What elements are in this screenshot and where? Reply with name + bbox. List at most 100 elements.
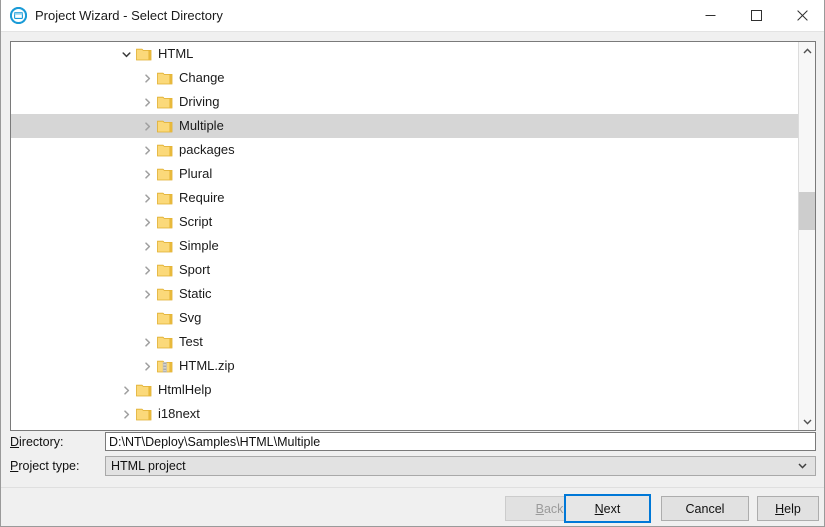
tree-vertical-scrollbar[interactable] [798, 42, 815, 430]
folder-icon [157, 143, 173, 157]
help-button-mnemonic: H [775, 501, 785, 516]
chevron-right-icon[interactable] [139, 214, 155, 230]
tree-row[interactable]: Script [11, 210, 798, 234]
folder-icon [157, 311, 173, 325]
project-type-label: Project type: [10, 459, 79, 473]
chevron-right-icon[interactable] [139, 238, 155, 254]
tree-row[interactable]: HTML.zip [11, 354, 798, 378]
directory-tree[interactable]: HTML Change Driving Multiple packages Plural R… [11, 42, 798, 430]
folder-icon [157, 239, 173, 253]
next-button-mnemonic: N [594, 501, 604, 516]
folder-icon [136, 407, 152, 421]
tree-row[interactable]: HtmlHelp [11, 378, 798, 402]
chevron-right-icon[interactable] [139, 334, 155, 350]
chevron-right-icon[interactable] [139, 190, 155, 206]
folder-icon [157, 263, 173, 277]
tree-row[interactable]: packages [11, 138, 798, 162]
tree-row[interactable]: Simple [11, 234, 798, 258]
folder-icon [157, 167, 173, 181]
scroll-down-button[interactable] [799, 413, 815, 430]
tree-row-label: Script [179, 214, 213, 229]
project-wizard-dialog: Project Wizard - Select Directory HTML Ch… [0, 0, 825, 527]
next-button[interactable]: Next [564, 494, 651, 523]
tree-row[interactable]: i18next [11, 402, 798, 426]
tree-row[interactable]: Svg [11, 306, 798, 330]
directory-label-mnemonic: D [10, 435, 20, 449]
chevron-down-icon [802, 419, 812, 425]
chevron-down-icon[interactable] [118, 46, 134, 62]
chevron-down-icon [794, 457, 811, 475]
project-type-select[interactable]: HTML project [105, 456, 816, 476]
chevron-up-icon [802, 47, 812, 53]
project-type-label-rest: roject type: [18, 459, 80, 473]
folder-icon [157, 71, 173, 85]
folder-icon [157, 215, 173, 229]
minimize-button[interactable] [687, 0, 733, 31]
chevron-right-icon[interactable] [139, 166, 155, 182]
zip-folder-icon [157, 359, 173, 373]
cancel-button-label: Cancel [685, 501, 725, 516]
maximize-button[interactable] [733, 0, 779, 31]
app-circle-icon [9, 6, 28, 25]
tree-row[interactable]: Driving [11, 90, 798, 114]
window-title: Project Wizard - Select Directory [35, 8, 223, 23]
scroll-up-button[interactable] [799, 42, 815, 59]
tree-row-label: HtmlHelp [158, 382, 212, 397]
back-button-label: ack [543, 501, 564, 516]
directory-label: Directory: [10, 435, 63, 449]
minimize-icon [705, 15, 715, 16]
help-button[interactable]: Help [757, 496, 819, 521]
chevron-right-icon[interactable] [139, 70, 155, 86]
tree-row-label: Simple [179, 238, 219, 253]
close-button[interactable] [779, 0, 824, 31]
tree-row-label: Multiple [179, 118, 224, 133]
tree-row-label: Static [179, 286, 212, 301]
folder-icon [157, 119, 173, 133]
folder-icon [157, 95, 173, 109]
tree-row-label: Svg [179, 310, 202, 325]
dialog-button-bar: Back Next Cancel Help [1, 487, 824, 526]
tree-row[interactable]: Multiple [11, 114, 798, 138]
tree-row-label: Require [179, 190, 225, 205]
directory-input[interactable] [105, 432, 816, 451]
chevron-right-icon[interactable] [139, 358, 155, 374]
tree-row-label: Sport [179, 262, 211, 277]
tree-row[interactable]: Require [11, 186, 798, 210]
tree-row-label: i18next [158, 406, 200, 421]
tree-row-label: Driving [179, 94, 220, 109]
directory-label-rest: irectory: [19, 435, 64, 449]
maximize-icon [750, 10, 762, 21]
back-button-mnemonic: B [535, 501, 544, 516]
tree-row[interactable]: HTML [11, 42, 798, 66]
tree-row-label: packages [179, 142, 235, 157]
folder-icon [157, 191, 173, 205]
chevron-right-icon[interactable] [139, 118, 155, 134]
tree-row-label: HTML.zip [179, 358, 235, 373]
chevron-right-icon[interactable] [118, 406, 134, 422]
tree-row[interactable]: Change [11, 66, 798, 90]
folder-icon [157, 335, 173, 349]
folder-icon [136, 47, 152, 61]
chevron-right-icon[interactable] [118, 382, 134, 398]
chevron-right-icon[interactable] [139, 262, 155, 278]
tree-row[interactable]: Static [11, 282, 798, 306]
chevron-right-icon[interactable] [139, 286, 155, 302]
cancel-button[interactable]: Cancel [661, 496, 749, 521]
chevron-right-icon[interactable] [139, 142, 155, 158]
close-icon [796, 10, 808, 21]
clipped-bottom-row [1, 522, 824, 526]
tree-row[interactable]: Sport [11, 258, 798, 282]
tree-row-label: Test [179, 334, 203, 349]
title-bar: Project Wizard - Select Directory [1, 0, 824, 32]
tree-row[interactable]: Test [11, 330, 798, 354]
help-button-label: elp [784, 501, 801, 516]
tree-row-label: HTML [158, 46, 194, 61]
tree-row-label: Change [179, 70, 225, 85]
folder-icon [136, 383, 152, 397]
project-type-value: HTML project [111, 459, 186, 473]
directory-tree-panel: HTML Change Driving Multiple packages Plural R… [10, 41, 816, 431]
next-button-label: ext [603, 501, 621, 516]
tree-row[interactable]: Plural [11, 162, 798, 186]
chevron-right-icon[interactable] [139, 94, 155, 110]
scrollbar-thumb[interactable] [799, 192, 815, 230]
